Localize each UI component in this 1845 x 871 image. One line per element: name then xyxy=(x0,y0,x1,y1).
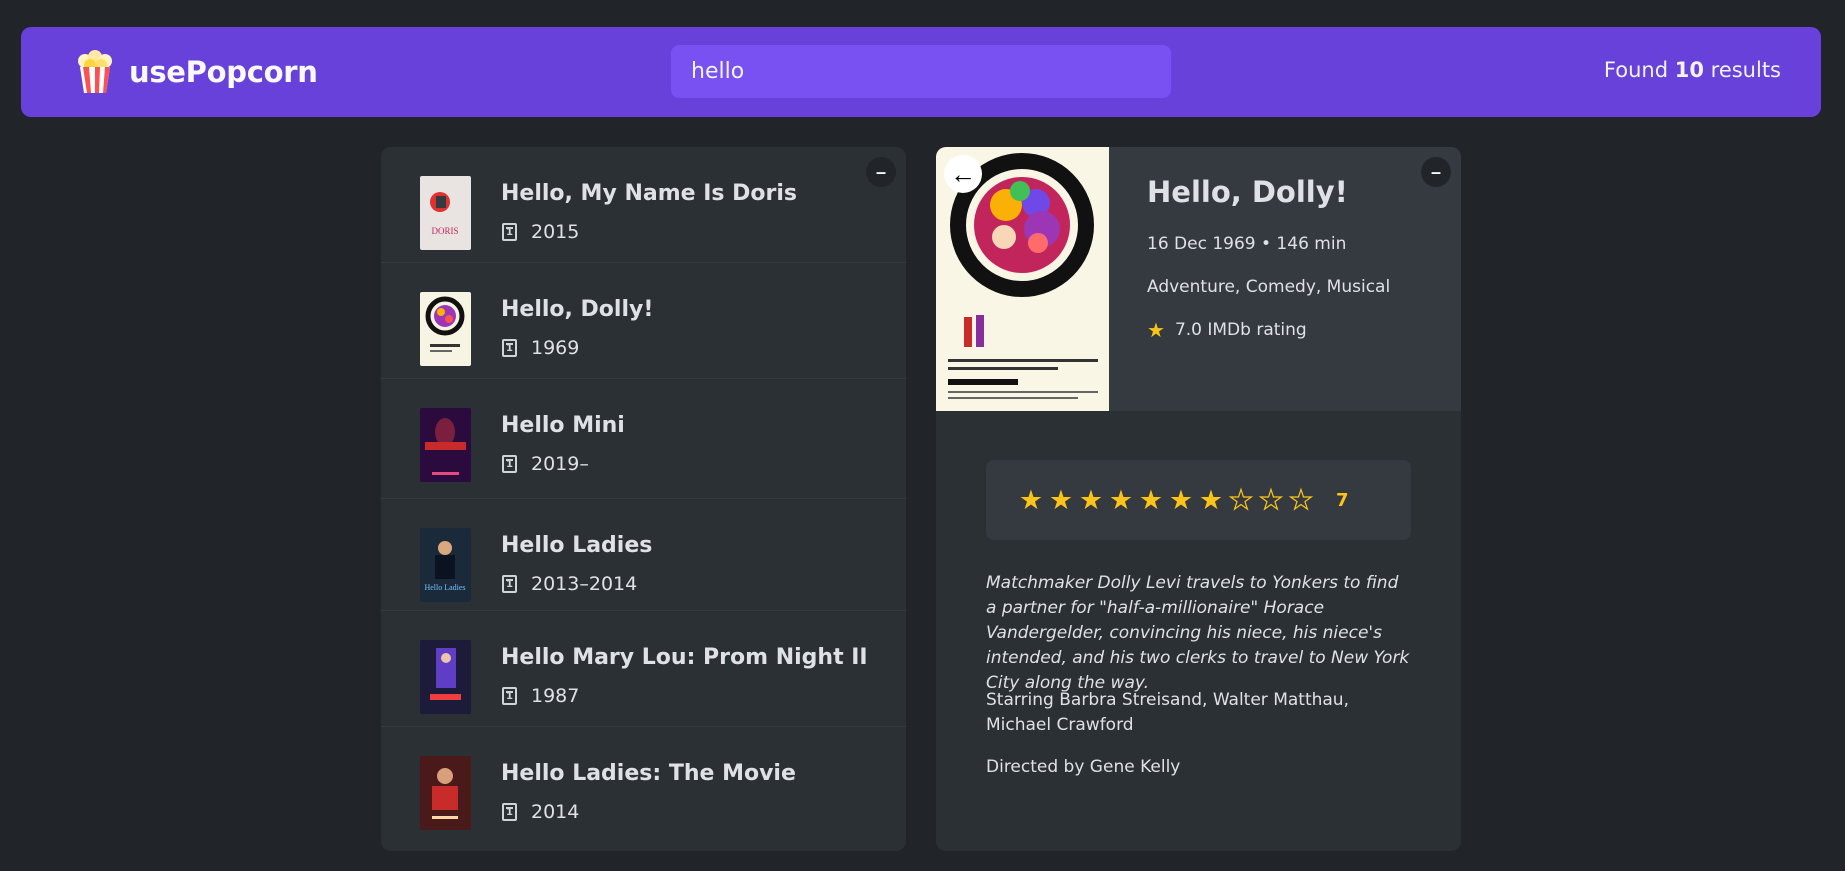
details-toggle-button[interactable]: – xyxy=(1421,157,1451,187)
details-header: ← Hello, Dolly! 16 Dec 1969 • 146 min Ad… xyxy=(936,147,1461,411)
movie-year: 2019– xyxy=(502,453,589,475)
star-filled-icon[interactable]: ★ xyxy=(1076,487,1106,514)
movie-poster: DORIS xyxy=(420,176,471,250)
star-empty-icon[interactable]: ★ xyxy=(1226,486,1256,514)
star-empty-icon[interactable]: ★ xyxy=(1286,486,1316,514)
back-button[interactable]: ← xyxy=(944,155,982,193)
movie-item[interactable]: Hello Mini 2019– xyxy=(381,379,906,499)
movie-title: Hello Mary Lou: Prom Night II xyxy=(501,645,868,670)
movie-list: DORIS Hello, My Name Is Doris 2015 Hello… xyxy=(381,147,906,843)
calendar-icon xyxy=(502,687,517,705)
movie-details-box: – ← Hello, Dolly! 16 Dec 1969 • 146 min … xyxy=(936,147,1461,851)
star-filled-icon[interactable]: ★ xyxy=(1136,487,1166,514)
movie-item[interactable]: Hello Ladies: The Movie 2014 xyxy=(381,727,906,843)
movie-poster xyxy=(420,292,471,366)
movie-title: Hello Ladies xyxy=(501,533,653,558)
calendar-icon xyxy=(502,803,517,821)
movie-title: Hello, Dolly! xyxy=(1147,175,1348,209)
movie-year: 2013–2014 xyxy=(502,573,637,595)
movie-year-text: 1969 xyxy=(531,337,580,359)
calendar-icon xyxy=(502,339,517,357)
results-prefix: Found xyxy=(1603,58,1669,82)
movie-poster xyxy=(420,640,471,714)
movie-title: Hello Mini xyxy=(501,413,625,438)
star-filled-icon[interactable]: ★ xyxy=(1196,487,1226,514)
movie-item[interactable]: Hello, Dolly! 1969 xyxy=(381,263,906,379)
results-number: 10 xyxy=(1674,58,1704,82)
star-icon: ★ xyxy=(1147,318,1165,342)
user-rating-box: ★ ★ ★ ★ ★ ★ ★ ★ ★ ★ 7 xyxy=(986,460,1411,540)
movie-item[interactable]: Hello Ladies Hello Ladies 2013–2014 xyxy=(381,499,906,611)
star-filled-icon[interactable]: ★ xyxy=(1106,487,1136,514)
calendar-icon xyxy=(502,455,517,473)
svg-text:Hello Ladies: Hello Ladies xyxy=(424,583,465,592)
plot: Matchmaker Dolly Levi travels to Yonkers… xyxy=(986,573,1410,693)
movie-year: 1987 xyxy=(502,685,579,707)
movie-poster: Hello Ladies xyxy=(420,528,471,602)
movie-year: 2014 xyxy=(502,801,579,823)
movie-year-text: 2019– xyxy=(531,453,589,475)
movie-year: 1969 xyxy=(502,337,579,359)
results-suffix: results xyxy=(1710,58,1781,82)
genres: Adventure, Comedy, Musical xyxy=(1147,277,1391,297)
imdb-rating: ★ 7.0 IMDb rating xyxy=(1147,318,1307,342)
calendar-icon xyxy=(502,223,517,241)
star-filled-icon[interactable]: ★ xyxy=(1016,487,1046,514)
movie-title: Hello, My Name Is Doris xyxy=(501,181,798,206)
popcorn-icon xyxy=(78,50,112,93)
movie-year-text: 2013–2014 xyxy=(531,573,638,595)
results-count: Found 10 results xyxy=(1604,58,1781,82)
director: Directed by Gene Kelly xyxy=(986,757,1181,777)
release-runtime: 16 Dec 1969 • 146 min xyxy=(1147,234,1347,254)
movie-item[interactable]: DORIS Hello, My Name Is Doris 2015 xyxy=(381,147,906,263)
star-filled-icon[interactable]: ★ xyxy=(1166,487,1196,514)
movie-year-text: 1987 xyxy=(531,685,580,707)
movie-year: 2015 xyxy=(502,221,579,243)
movie-year-text: 2015 xyxy=(531,221,580,243)
star-filled-icon[interactable]: ★ xyxy=(1046,487,1076,514)
movie-poster xyxy=(420,756,471,830)
app-name: usePopcorn xyxy=(129,55,318,89)
movie-title: Hello Ladies: The Movie xyxy=(501,761,796,786)
movie-list-box: – DORIS Hello, My Name Is Doris 2015 xyxy=(381,147,906,851)
calendar-icon xyxy=(502,575,517,593)
search-input[interactable] xyxy=(671,45,1171,98)
movie-item[interactable]: Hello Mary Lou: Prom Night II 1987 xyxy=(381,611,906,727)
star-empty-icon[interactable]: ★ xyxy=(1256,486,1286,514)
starring: Starring Barbra Streisand, Walter Mattha… xyxy=(986,690,1349,735)
list-toggle-button[interactable]: – xyxy=(866,157,896,187)
navbar: usePopcorn Found 10 results xyxy=(21,27,1821,117)
user-rating-value: 7 xyxy=(1336,489,1349,511)
logo: usePopcorn xyxy=(73,49,318,95)
movie-poster xyxy=(420,408,471,482)
imdb-rating-text: 7.0 IMDb rating xyxy=(1174,320,1307,340)
movie-year-text: 2014 xyxy=(531,801,580,823)
star-rating[interactable]: ★ ★ ★ ★ ★ ★ ★ ★ ★ ★ xyxy=(1016,486,1316,514)
movie-title: Hello, Dolly! xyxy=(501,297,654,322)
svg-text:DORIS: DORIS xyxy=(431,226,458,236)
